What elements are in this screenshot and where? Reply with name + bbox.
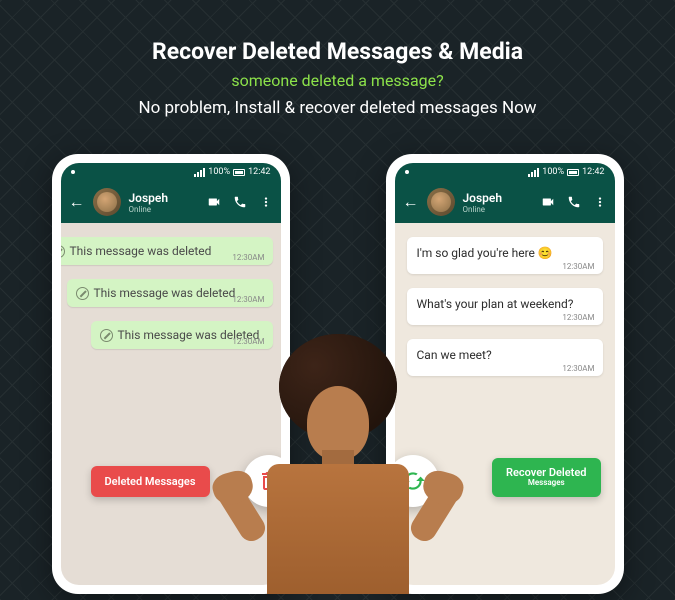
recovered-message: What's your plan at weekend? 12:30AM xyxy=(407,288,603,325)
battery-percent: 100% xyxy=(542,167,564,177)
title: Recover Deleted Messages & Media xyxy=(0,38,675,65)
status-time: 12:42 xyxy=(582,167,604,177)
phone-icon[interactable] xyxy=(567,195,581,209)
phone-icon[interactable] xyxy=(233,195,247,209)
recover-button[interactable]: Recover Deleted Messages xyxy=(492,458,601,497)
person-illustration xyxy=(223,348,453,594)
deleted-message: This message was deleted 12:30AM xyxy=(61,237,273,265)
avatar[interactable] xyxy=(93,188,121,216)
battery-icon xyxy=(567,169,579,176)
more-icon[interactable] xyxy=(259,195,273,209)
back-icon[interactable]: ← xyxy=(69,192,85,212)
battery-percent: 100% xyxy=(208,167,230,177)
deleted-messages-button[interactable]: Deleted Messages xyxy=(91,466,210,497)
contact-name: Jospeh xyxy=(129,191,199,205)
status-bar: 100% 12:42 xyxy=(395,163,615,181)
signal-icon xyxy=(194,168,205,177)
promo-header: Recover Deleted Messages & Media someone… xyxy=(0,0,675,118)
video-icon[interactable] xyxy=(541,195,555,209)
deleted-message: This message was deleted 12:30AM xyxy=(91,321,273,349)
contact-name: Jospeh xyxy=(463,191,533,205)
signal-icon xyxy=(528,168,539,177)
status-time: 12:42 xyxy=(248,167,270,177)
avatar[interactable] xyxy=(427,188,455,216)
blocked-icon xyxy=(76,287,89,300)
contact-status: Online xyxy=(129,205,199,214)
blocked-icon xyxy=(61,245,65,258)
more-icon[interactable] xyxy=(593,195,607,209)
chat-header: ← Jospeh Online xyxy=(395,181,615,223)
subtitle: someone deleted a message? xyxy=(0,71,675,90)
contact-status: Online xyxy=(463,205,533,214)
deleted-message: This message was deleted 12:30AM xyxy=(67,279,273,307)
back-icon[interactable]: ← xyxy=(403,192,419,212)
recovered-message: I'm so glad you're here 😊 12:30AM xyxy=(407,237,603,274)
video-icon[interactable] xyxy=(207,195,221,209)
battery-icon xyxy=(233,169,245,176)
status-bar: 100% 12:42 xyxy=(61,163,281,181)
blocked-icon xyxy=(100,329,113,342)
tagline: No problem, Install & recover deleted me… xyxy=(0,98,675,118)
chat-header: ← Jospeh Online xyxy=(61,181,281,223)
